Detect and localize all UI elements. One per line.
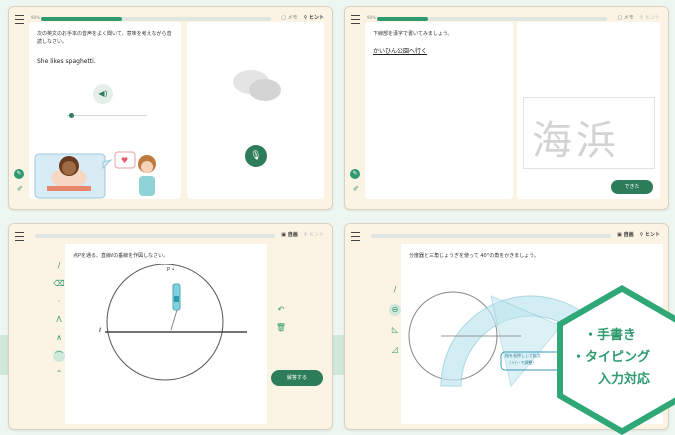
pencil-tool[interactable]: /: [389, 284, 401, 296]
note-button[interactable]: ▣ 自画: [281, 231, 297, 238]
top-icons: ▣ 自画 ⚲ ヒント: [281, 231, 324, 238]
marker-tool-icon[interactable]: ✐: [17, 185, 23, 193]
undo-icon[interactable]: ↶: [275, 304, 287, 316]
kanji-writing-area[interactable]: 海浜: [523, 97, 655, 169]
pencil-tool[interactable]: /: [53, 260, 65, 272]
seek-handle[interactable]: [69, 113, 74, 118]
panel-kanji-writing: 90% ▢ メモ ⚲ ヒント 下線部を漢字で書いてみましょう。 かいひん公園へ行…: [344, 6, 669, 210]
compass-tool[interactable]: Λ: [53, 314, 65, 326]
svg-text:♥: ♥: [121, 156, 128, 165]
question-card: 下線部を漢字で書いてみましょう。 かいひん公園へ行く: [365, 22, 513, 199]
progress-bar: [377, 17, 607, 21]
question-text: 下線部を漢字で書いてみましょう。: [373, 31, 453, 37]
badge-line-input: 入力対応: [598, 372, 651, 387]
menu-icon[interactable]: [15, 232, 24, 241]
panel-geometry-construction: ▣ 自画 ⚲ ヒント 点Pを通る、直線ℓの垂線を作図しなさい。 P • ℓ / …: [8, 223, 333, 430]
hint-button[interactable]: ⚲ ヒント: [304, 231, 324, 238]
top-icons: ▣ 自画 ⚲ ヒント: [617, 231, 660, 238]
question-text: 分度器と三角じょうぎを使って 40°の角をかきましょう。: [409, 253, 539, 259]
progress-label: 90%: [367, 15, 376, 20]
construction-card: 点Pを通る、直線ℓの垂線を作図しなさい。 P • ℓ: [65, 244, 267, 424]
submit-answer-button[interactable]: 解答する: [271, 370, 323, 386]
eraser-tool[interactable]: ⌫: [53, 278, 65, 290]
question-card: 次の英文のお手本の音声をよく聞いて、意味を考えながら音読しなさい。 She li…: [29, 22, 181, 199]
audio-seek-bar[interactable]: [67, 113, 147, 118]
progress-bar: [41, 17, 271, 21]
triangle-ruler-tool-a[interactable]: ◺: [389, 324, 401, 336]
arc-tool-c[interactable]: ⌃: [53, 368, 65, 380]
trash-icon[interactable]: 🗑: [275, 322, 287, 334]
microphone-button[interactable]: 🎙: [245, 145, 267, 167]
progress-bar: [35, 234, 275, 238]
arc-tool-a[interactable]: ∧: [53, 332, 65, 344]
note-button[interactable]: ▢ メモ: [617, 14, 633, 21]
protractor-sub: （＋/－で調整）: [507, 360, 537, 365]
menu-icon[interactable]: [351, 15, 360, 24]
point-p-label: P •: [167, 267, 175, 273]
hint-button[interactable]: ⚲ ヒント: [304, 14, 324, 21]
progress-label: 90%: [31, 15, 40, 20]
panel-english-speaking: 90% ▢ メモ ⚲ ヒント 次の英文のお手本の音声をよく聞いて、意味を考えなが…: [8, 6, 333, 210]
illustration-girls: ♥: [34, 151, 156, 199]
hint-button[interactable]: ⚲ ヒント: [640, 14, 660, 21]
sentence-text: She likes spaghetti.: [37, 58, 96, 65]
note-button[interactable]: ▢ メモ: [281, 14, 297, 21]
menu-icon[interactable]: [15, 15, 24, 24]
marker-tool-icon[interactable]: ✐: [353, 185, 359, 193]
kanji-model: 海浜: [532, 118, 620, 164]
note-button[interactable]: ▣ 自画: [617, 231, 633, 238]
protractor-tool[interactable]: ⊖: [389, 304, 401, 316]
writing-card: 海浜 できた: [517, 22, 660, 199]
done-button[interactable]: できた: [611, 180, 653, 194]
top-icons: ▢ メモ ⚲ ヒント: [281, 14, 324, 21]
chat-bubbles-icon: [233, 70, 281, 101]
point-tool[interactable]: ·: [53, 296, 65, 308]
answer-card: 🎙: [187, 22, 324, 199]
microphone-icon: 🎙: [250, 151, 262, 161]
protractor-instruction: 指を長押しして拡大: [505, 353, 541, 358]
triangle-ruler-tool-b[interactable]: ◿: [389, 344, 401, 356]
pencil-tool-button[interactable]: ✎: [350, 169, 360, 179]
progress-bar: [371, 234, 611, 238]
answer-line-text: かいひん公園へ行く: [373, 48, 428, 55]
speaker-icon: ◀): [98, 89, 108, 98]
pencil-tool-button[interactable]: ✎: [14, 169, 24, 179]
badge-line-typing: ・タイピング: [572, 350, 651, 365]
compass-drawing: [105, 264, 247, 381]
hint-button[interactable]: ⚲ ヒント: [640, 231, 660, 238]
question-text: 点Pを通る、直線ℓの垂線を作図しなさい。: [73, 253, 169, 259]
menu-icon[interactable]: [351, 232, 360, 241]
badge-line-handwriting: ・手書き: [584, 328, 637, 343]
line-l-label: ℓ: [99, 327, 102, 334]
arc-tool-b[interactable]: ⌒: [53, 350, 65, 362]
top-icons: ▢ メモ ⚲ ヒント: [617, 14, 660, 21]
speaker-button[interactable]: ◀): [93, 84, 113, 104]
question-text: 次の英文のお手本の音声をよく聞いて、意味を考えながら音読しなさい。: [37, 31, 172, 45]
